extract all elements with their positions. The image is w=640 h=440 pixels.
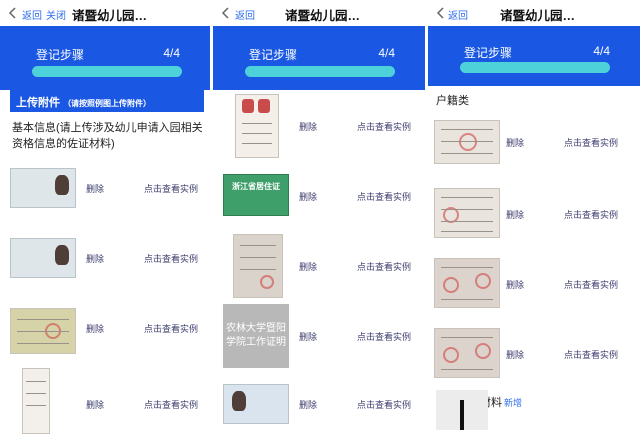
top-bar: 返回 关闭 诸暨幼儿园… xyxy=(0,0,210,26)
delete-button[interactable]: 删除 xyxy=(86,182,104,195)
screen-household-materials: 返回 诸暨幼儿园… 登记步骤 4/4 户籍类 删除 点击查看实例 删除 点击查看… xyxy=(428,0,640,440)
section-header: 上传附件 （请按照例图上传附件） xyxy=(10,90,204,112)
section-title: 上传附件 xyxy=(16,97,60,109)
plus-icon xyxy=(460,400,464,430)
attachment-row: 删除 点击查看实例 xyxy=(223,234,423,298)
view-example-link[interactable]: 点击查看实例 xyxy=(144,182,198,195)
document-thumbnail[interactable] xyxy=(235,94,279,158)
attachment-row: 删除 点击查看实例 xyxy=(10,368,210,434)
view-example-link[interactable]: 点击查看实例 xyxy=(357,398,411,411)
steps-banner: 登记步骤 4/4 xyxy=(428,26,640,86)
progress-bar xyxy=(32,66,182,77)
delete-button[interactable]: 删除 xyxy=(86,322,104,335)
view-example-link[interactable]: 点击查看实例 xyxy=(564,208,618,221)
chevron-left-icon[interactable] xyxy=(8,7,18,19)
screen-attachments-continued: 返回 诸暨幼儿园… 登记步骤 4/4 删除 点击查看实例 浙江省居住证 删除 点… xyxy=(213,0,425,440)
screens-collage: 返回 关闭 诸暨幼儿园… 登记步骤 4/4 上传附件 （请按照例图上传附件） 基… xyxy=(0,0,640,440)
document-thumbnail[interactable] xyxy=(233,234,283,298)
view-example-link[interactable]: 点击查看实例 xyxy=(144,252,198,265)
back-button[interactable]: 返回 xyxy=(448,7,468,22)
steps-label: 登记步骤 xyxy=(464,46,513,60)
id-card-thumbnail[interactable] xyxy=(223,384,289,424)
close-button[interactable]: 关闭 xyxy=(46,7,66,22)
page-title: 诸暨幼儿园… xyxy=(72,9,148,23)
delete-button[interactable]: 删除 xyxy=(86,252,104,265)
steps-count: 4/4 xyxy=(163,46,180,60)
attachment-row: 删除 点击查看实例 xyxy=(10,168,210,228)
residence-permit-thumbnail[interactable]: 浙江省居住证 xyxy=(223,174,289,216)
view-example-link[interactable]: 点击查看实例 xyxy=(564,136,618,149)
attachment-row: 删除 点击查看实例 xyxy=(223,384,423,440)
attachment-row: 删除 点击查看实例 xyxy=(223,94,423,158)
attachment-row: 删除 点击查看实例 xyxy=(434,188,638,248)
page-title: 诸暨幼儿园… xyxy=(285,9,361,23)
delete-button[interactable]: 删除 xyxy=(506,278,524,291)
view-example-link[interactable]: 点击查看实例 xyxy=(357,190,411,203)
household-register-thumbnail[interactable] xyxy=(434,120,500,164)
view-example-link[interactable]: 点击查看实例 xyxy=(564,278,618,291)
steps-label: 登记步骤 xyxy=(249,48,298,62)
attachment-row: 删除 点击查看实例 xyxy=(434,258,638,318)
top-bar: 返回 诸暨幼儿园… xyxy=(213,0,425,26)
attachment-row: 浙江省居住证 删除 点击查看实例 xyxy=(223,174,423,234)
section-hint: （请按照例图上传附件） xyxy=(63,99,152,108)
attachment-row: 删除 点击查看实例 xyxy=(10,308,210,368)
household-register-thumbnail[interactable] xyxy=(434,328,500,378)
content-card: 删除 点击查看实例 浙江省居住证 删除 点击查看实例 删除 点击查看实例 农林大… xyxy=(213,90,425,440)
attachment-row: 删除 点击查看实例 xyxy=(434,120,638,180)
view-example-link[interactable]: 点击查看实例 xyxy=(357,330,411,343)
household-section-label: 户籍类 xyxy=(436,95,469,107)
delete-button[interactable]: 删除 xyxy=(299,190,317,203)
content-card: 户籍类 删除 点击查看实例 删除 点击查看实例 删除 点击查看实例 删除 点击查… xyxy=(428,86,640,440)
chevron-left-icon[interactable] xyxy=(221,7,231,19)
household-register-thumbnail[interactable] xyxy=(434,188,500,238)
screen-upload-attachments: 返回 关闭 诸暨幼儿园… 登记步骤 4/4 上传附件 （请按照例图上传附件） 基… xyxy=(0,0,210,440)
steps-count: 4/4 xyxy=(378,46,395,60)
delete-button[interactable]: 删除 xyxy=(299,120,317,133)
top-bar: 返回 诸暨幼儿园… xyxy=(428,0,640,26)
delete-button[interactable]: 删除 xyxy=(299,260,317,273)
basic-info-text: 基本信息(请上传涉及幼儿申请入园相关资格信息的佐证材料) xyxy=(12,122,203,150)
view-example-link[interactable]: 点击查看实例 xyxy=(144,322,198,335)
steps-label: 登记步骤 xyxy=(36,48,85,62)
back-button[interactable]: 返回 xyxy=(22,7,42,22)
chevron-left-icon[interactable] xyxy=(436,7,446,19)
delete-button[interactable]: 删除 xyxy=(86,398,104,411)
view-example-link[interactable]: 点击查看实例 xyxy=(357,120,411,133)
view-example-link[interactable]: 点击查看实例 xyxy=(564,348,618,361)
steps-banner: 登记步骤 4/4 xyxy=(213,26,425,90)
document-thumbnail[interactable] xyxy=(22,368,50,434)
delete-button[interactable]: 删除 xyxy=(299,398,317,411)
certificate-thumbnail[interactable] xyxy=(10,308,76,354)
residence-permit-title: 浙江省居住证 xyxy=(232,182,280,191)
back-button[interactable]: 返回 xyxy=(235,7,255,22)
delete-button[interactable]: 删除 xyxy=(299,330,317,343)
view-example-link[interactable]: 点击查看实例 xyxy=(144,398,198,411)
view-example-link[interactable]: 点击查看实例 xyxy=(357,260,411,273)
steps-banner: 登记步骤 4/4 xyxy=(0,26,210,90)
delete-button[interactable]: 删除 xyxy=(506,136,524,149)
page-title: 诸暨幼儿园… xyxy=(500,9,576,23)
upload-tile[interactable] xyxy=(436,390,488,430)
attachment-row: 农林大学暨阳学院工作证明 删除 点击查看实例 xyxy=(223,304,423,368)
household-register-thumbnail[interactable] xyxy=(434,258,500,308)
work-proof-thumbnail[interactable]: 农林大学暨阳学院工作证明 xyxy=(223,304,289,368)
id-card-thumbnail[interactable] xyxy=(10,238,76,278)
attachment-row: 删除 点击查看实例 xyxy=(10,238,210,298)
content-card: 上传附件 （请按照例图上传附件） 基本信息(请上传涉及幼儿申请入园相关资格信息的… xyxy=(0,90,210,440)
delete-button[interactable]: 删除 xyxy=(506,208,524,221)
id-card-thumbnail[interactable] xyxy=(10,168,76,208)
progress-bar xyxy=(245,66,395,77)
delete-button[interactable]: 删除 xyxy=(506,348,524,361)
steps-count: 4/4 xyxy=(593,44,610,58)
add-new-button[interactable]: 新增 xyxy=(504,396,522,409)
attachment-row: 删除 点击查看实例 xyxy=(434,328,638,388)
progress-bar xyxy=(460,62,610,73)
